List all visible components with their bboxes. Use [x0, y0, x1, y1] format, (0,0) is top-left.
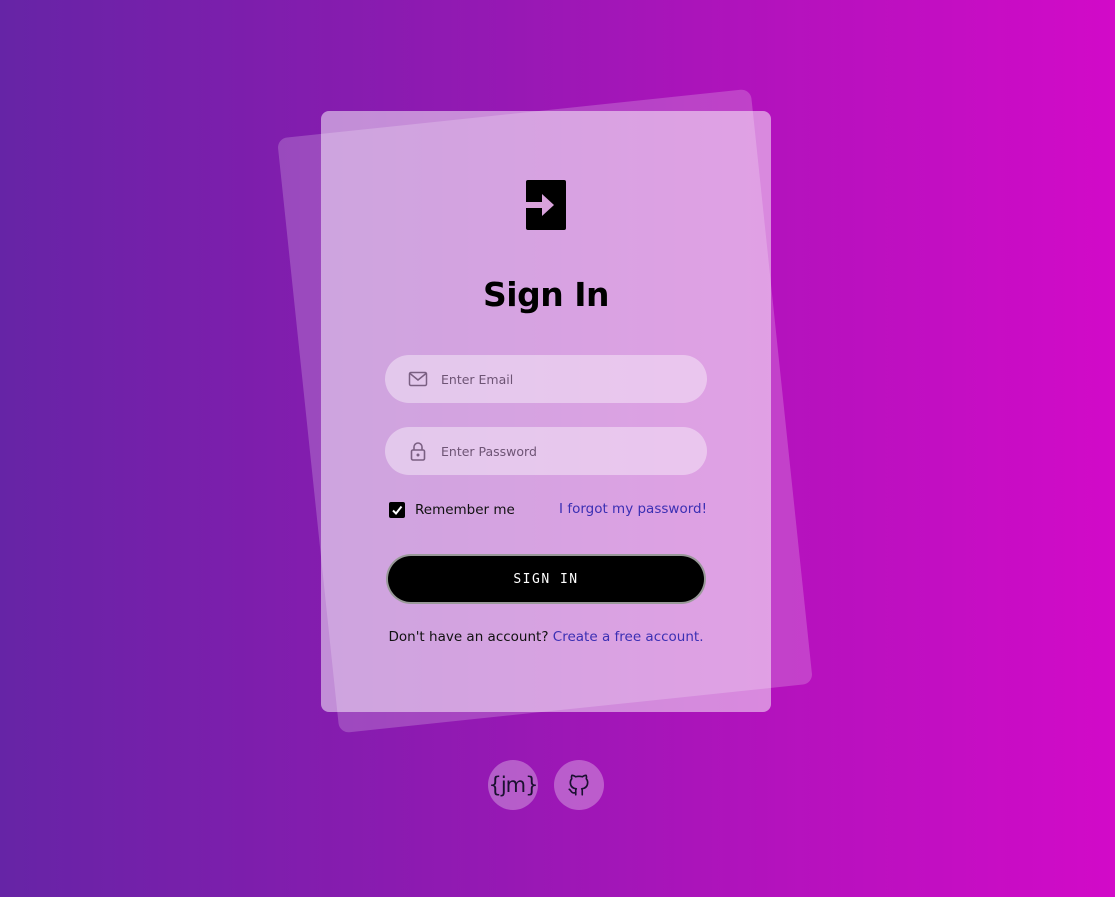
signup-prompt: Don't have an account? Create a free acc…: [321, 629, 771, 645]
checkmark-icon: [392, 505, 403, 516]
create-account-link[interactable]: Create a free account.: [553, 629, 704, 645]
lock-icon: [410, 442, 426, 461]
password-field: [385, 427, 707, 475]
sign-in-arrow-icon: [526, 180, 566, 230]
github-link[interactable]: [554, 760, 604, 810]
remember-me-label[interactable]: Remember me: [415, 502, 515, 518]
login-card: Sign In Remember me I forgot my password…: [321, 111, 771, 712]
github-icon: [568, 774, 589, 796]
sign-in-button[interactable]: SIGN IN: [386, 554, 706, 604]
envelope-icon: [408, 371, 428, 387]
jm-logo-icon: {jm}: [488, 773, 538, 797]
email-field: [385, 355, 707, 403]
remember-me-checkbox[interactable]: [389, 502, 405, 518]
forgot-password-link[interactable]: I forgot my password!: [559, 501, 707, 517]
password-input[interactable]: [441, 427, 691, 475]
signup-prompt-text: Don't have an account?: [388, 629, 549, 645]
remember-me: Remember me: [389, 502, 515, 518]
email-input[interactable]: [441, 355, 691, 403]
page-title: Sign In: [483, 275, 609, 314]
jm-link[interactable]: {jm}: [488, 760, 539, 810]
